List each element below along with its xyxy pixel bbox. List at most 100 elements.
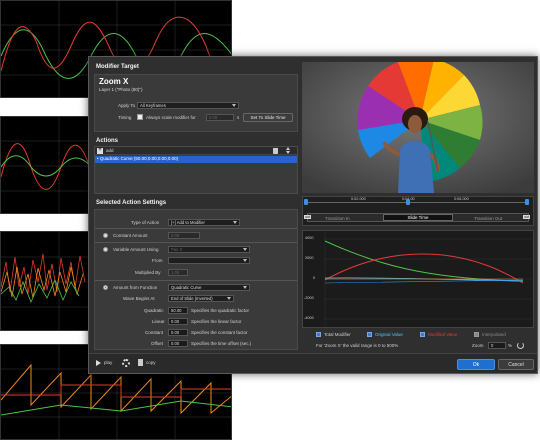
quadratic-input[interactable]: 50.00 [168, 307, 188, 314]
quadratic-label: Quadratic [144, 308, 164, 313]
variable-select[interactable]: Pan X [168, 246, 250, 253]
from-select[interactable] [168, 257, 250, 264]
scale-unit: s [237, 115, 240, 120]
multiplied-label: Multiplied By [135, 270, 161, 275]
target-name: Zoom X [99, 77, 129, 86]
actions-toolbar: + add [95, 147, 297, 155]
total-modifier-checkbox[interactable] [316, 332, 321, 337]
reset-zoom-icon[interactable] [517, 342, 524, 349]
target-layer: Layer 1 ("Photo (80)") [99, 87, 143, 92]
graph-y-label: 0 [313, 276, 316, 280]
zoom-unit: % [508, 343, 513, 348]
move-up-icon[interactable] [286, 147, 290, 150]
constant-amount-input[interactable]: 0.00 [168, 232, 200, 239]
type-select[interactable]: [+] Add to Modifier [168, 219, 240, 226]
linear-label: Linear [152, 319, 165, 324]
gear-icon[interactable] [122, 359, 130, 367]
play-icon[interactable] [96, 360, 101, 366]
multiplied-input[interactable]: 1.00 [168, 269, 188, 276]
out-left-label: out [304, 215, 312, 219]
graph-y-label: 2000 [305, 256, 314, 260]
linear-desc: Specifies the linear factor [191, 319, 242, 324]
range-text: For 'Zoom X' the valid range is 0 to 500… [316, 343, 399, 348]
constant-input[interactable]: 0.00 [168, 329, 188, 336]
modified-value-label: Modified Value [428, 332, 458, 337]
always-scale-checkbox[interactable] [137, 114, 143, 120]
quadratic-desc: Specifies the quadratic factor [191, 308, 250, 313]
right-column: 0:02.000 0:04.00 0:06.000 out Transition… [302, 62, 535, 351]
variable-amount-radio[interactable] [103, 247, 108, 252]
timeline-end-handle[interactable] [525, 199, 529, 205]
trash-icon[interactable] [273, 148, 278, 154]
amount-function-radio[interactable] [103, 285, 108, 290]
original-value-label: Original Value [375, 332, 403, 337]
settings-box: Type of Action [+] Add to Modifier Const… [94, 209, 298, 350]
info-bar: For 'Zoom X' the valid range is 0 to 500… [302, 341, 534, 351]
variable-value: Pan X [171, 247, 183, 252]
apply-to-label: Apply To [118, 103, 136, 108]
set-slide-time-button[interactable]: Set To Slide Time [243, 113, 293, 122]
divider [95, 242, 297, 243]
constant-label: Constant [145, 330, 164, 335]
chevron-down-icon [243, 248, 247, 251]
interpolated-checkbox[interactable] [474, 332, 479, 337]
amount-function-label: Amount from Function [113, 285, 158, 290]
chevron-down-icon [243, 286, 247, 289]
actions-title: Actions [96, 138, 119, 144]
chevron-down-icon [243, 259, 247, 262]
add-icon[interactable]: + [97, 147, 103, 154]
linear-input[interactable]: 0.00 [168, 318, 188, 325]
modifier-graph: 4000 2000 0 -2000 -4000 [302, 230, 535, 329]
actions-box: + add • Quadratic Curve (50.00,0.00,0.00… [94, 146, 298, 194]
move-down-icon[interactable] [286, 151, 290, 154]
divider [95, 228, 297, 229]
wave-select[interactable]: End of Slide (Inverted) [168, 295, 234, 302]
function-select[interactable]: Quadratic Curve [168, 284, 250, 291]
offset-input[interactable]: 0.00 [168, 340, 188, 347]
total-modifier-label: Total Modifier [324, 332, 351, 337]
function-value: Quadratic Curve [171, 285, 202, 290]
timeline[interactable]: 0:02.000 0:04.00 0:06.000 out Transition… [302, 196, 534, 226]
timeline-ruler [307, 202, 529, 203]
graph-y-label: -4000 [304, 316, 314, 320]
apply-to-value: All Keyframes [140, 103, 166, 108]
constant-amount-label: Constant Amount [113, 233, 148, 238]
zoom-input[interactable]: 0 [488, 342, 506, 349]
wave-label: Wave Begins At [123, 296, 155, 301]
timeline-tick: 0:06.000 [454, 197, 469, 201]
bottom-bar: play copy Ok Cancel [89, 353, 537, 373]
type-label: Type of Action [131, 220, 160, 225]
variable-label: Variable Amount Using [113, 247, 159, 252]
modified-value-checkbox[interactable] [420, 332, 425, 337]
from-label: From [152, 258, 163, 263]
transition-in-label: Transition In [325, 216, 350, 221]
interpolated-label: Interpolated [482, 332, 506, 337]
apply-to-select[interactable]: All Keyframes [137, 102, 239, 109]
original-value-checkbox[interactable] [367, 332, 372, 337]
scale-input[interactable]: 0.00 [206, 114, 234, 121]
offset-label: Offset [151, 341, 163, 346]
play-label[interactable]: play [104, 360, 112, 365]
timing-label: Timing [118, 115, 132, 120]
offset-desc: Specifies the time offset (sec.) [191, 341, 252, 346]
ok-button[interactable]: Ok [457, 359, 495, 370]
graph-y-label: 4000 [305, 236, 314, 240]
graph-legend: Total Modifier Original Value Modified V… [302, 330, 534, 340]
modifier-target-title: Modifier Target [96, 64, 139, 70]
graph-y-label: -2000 [304, 296, 314, 300]
timeline-playhead[interactable] [406, 199, 410, 205]
out-right-label: out [523, 215, 531, 219]
copy-label[interactable]: copy [146, 360, 156, 365]
add-label[interactable]: add [106, 148, 114, 153]
timeline-tick: 0:02.000 [351, 197, 366, 201]
action-list-item[interactable]: • Quadratic Curve (50.00,0.00,0.00,0.00) [95, 156, 297, 163]
settings-title: Selected Action Settings [96, 200, 167, 206]
copy-icon[interactable] [138, 359, 143, 366]
transition-out-label: Transition Out [474, 216, 503, 221]
divider [95, 280, 297, 281]
zoom-label: Zoom [472, 343, 484, 348]
cancel-button[interactable]: Cancel [498, 359, 534, 370]
timeline-start-handle[interactable] [304, 199, 308, 205]
chevron-down-icon [227, 297, 231, 300]
constant-amount-radio[interactable] [103, 233, 108, 238]
